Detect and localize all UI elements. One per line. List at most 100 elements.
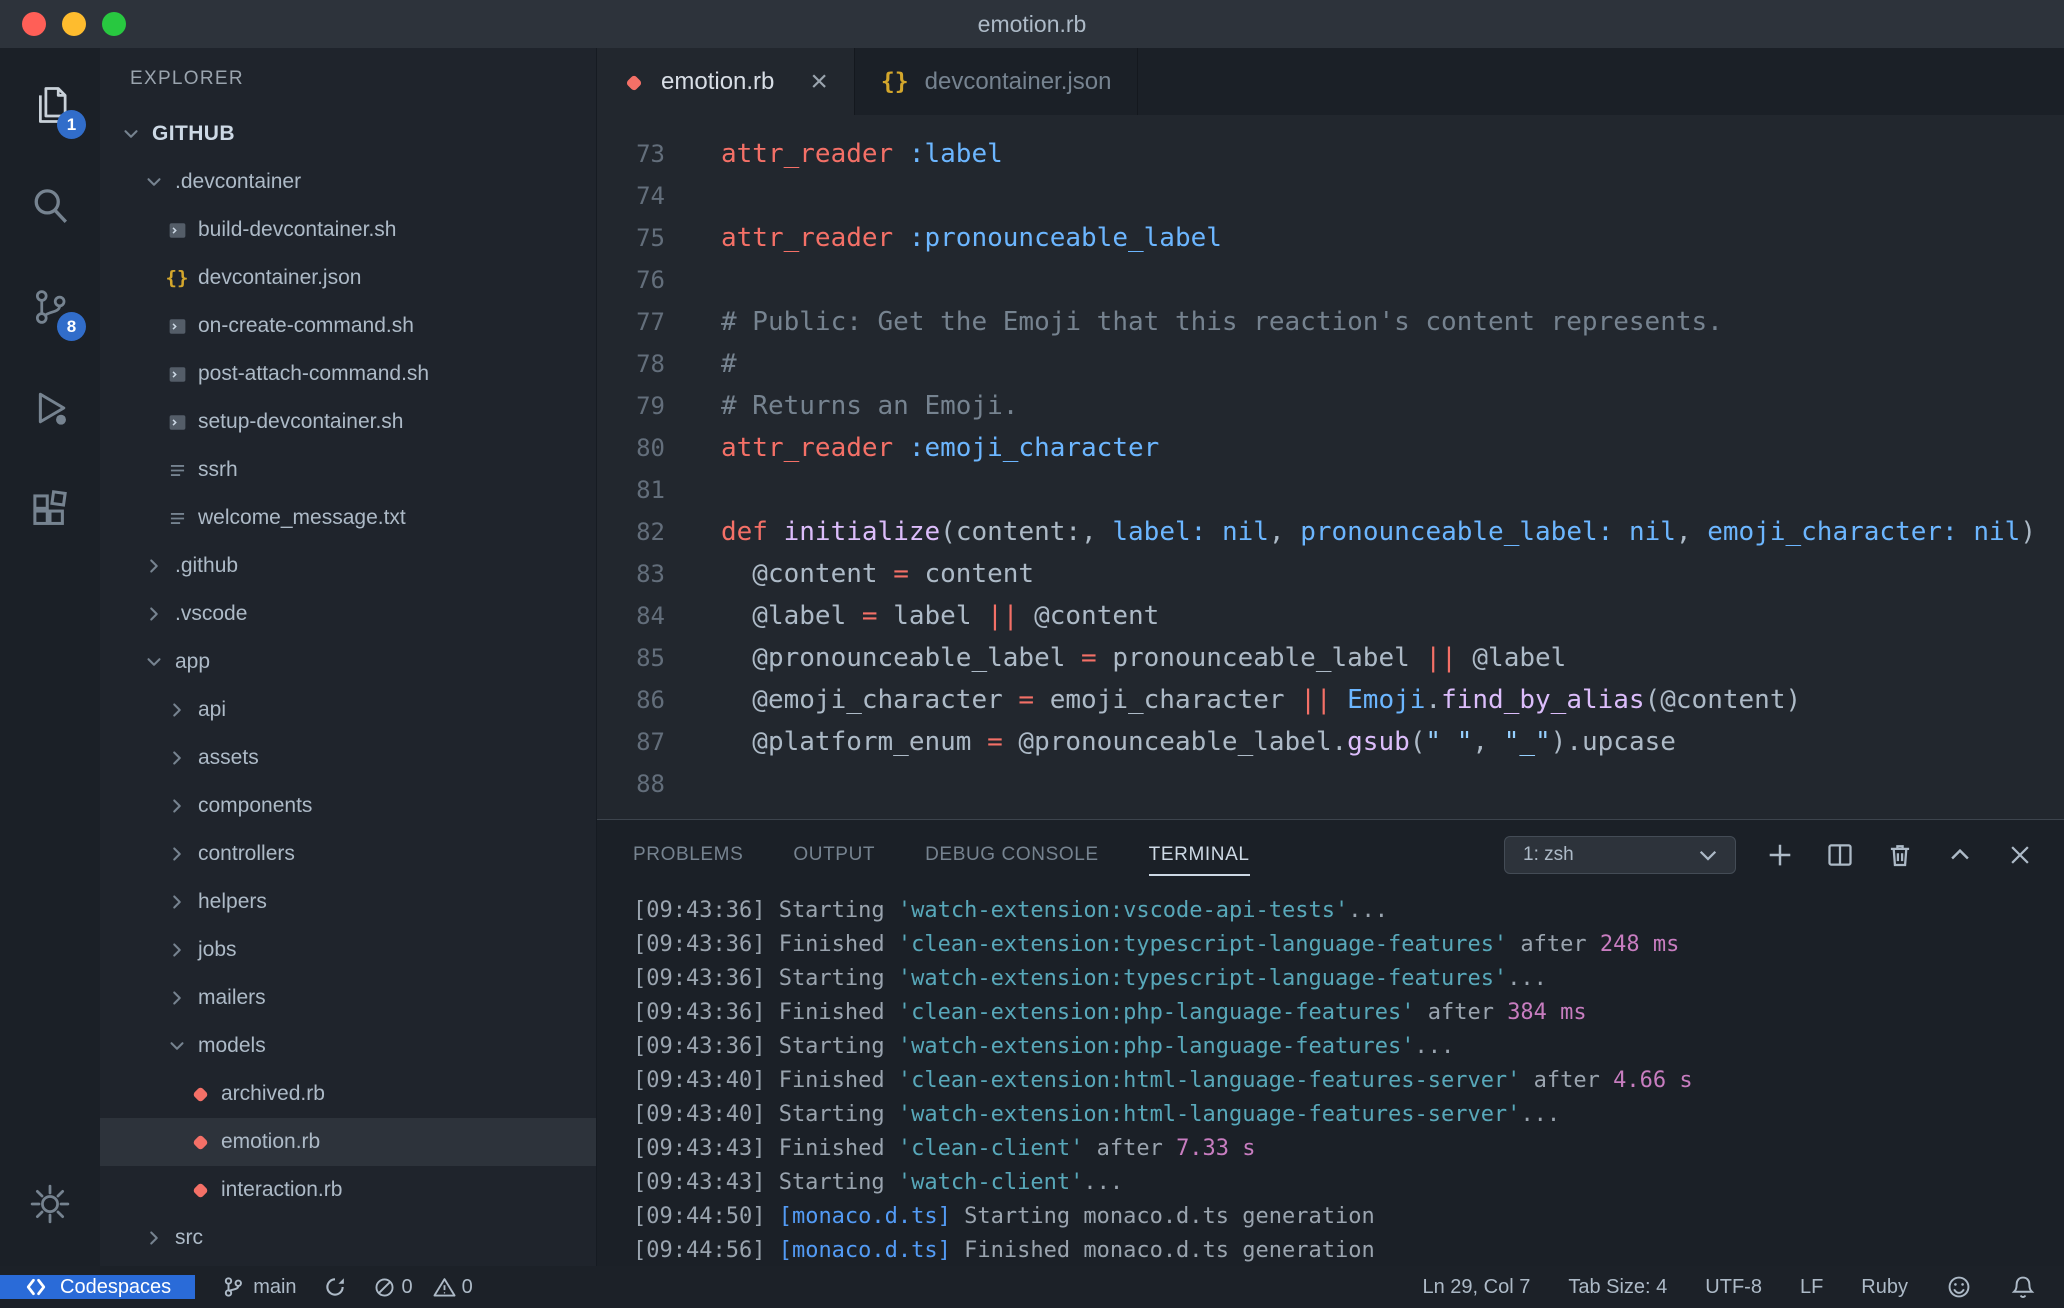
code-line-85: 85 @pronounceable_label = pronounceable_… [597, 637, 2064, 679]
panel-header: PROBLEMS OUTPUT DEBUG CONSOLE TERMINAL 1: z… [597, 820, 2064, 890]
tree-file-archived.rb[interactable]: archived.rb [100, 1070, 596, 1118]
terminal-line: [09:43:36] Starting 'watch-extension:php… [633, 1034, 1455, 1059]
titlebar: emotion.rb [0, 0, 2064, 48]
kill-terminal-button[interactable] [1884, 839, 1916, 871]
new-terminal-button[interactable] [1764, 839, 1796, 871]
notifications-bell-button[interactable] [2010, 1274, 2036, 1300]
tree-item-label: .github [175, 554, 239, 577]
tree-file-interaction.rb[interactable]: interaction.rb [100, 1166, 596, 1214]
tree-file-post-attach-command.sh[interactable]: post-attach-command.sh [100, 350, 596, 398]
tree-folder-.devcontainer[interactable]: .devcontainer [100, 158, 596, 206]
chevron-right-icon [162, 891, 192, 913]
close-window-button[interactable] [22, 12, 46, 36]
zoom-window-button[interactable] [102, 12, 126, 36]
tree-folder-.vscode[interactable]: .vscode [100, 590, 596, 638]
eol-indicator[interactable]: LF [1800, 1276, 1823, 1299]
panel-actions: 1: zsh [1504, 836, 2036, 874]
tree-folder-app[interactable]: app [100, 638, 596, 686]
code-line-84: 84 @label = label || @content [597, 595, 2064, 637]
minimize-window-button[interactable] [62, 12, 86, 36]
terminal-shell-select[interactable]: 1: zsh [1504, 836, 1736, 874]
code-line-73: 73 attr_reader :label [597, 133, 2064, 175]
codespaces-icon [24, 1275, 48, 1299]
codespaces-remote-button[interactable]: Codespaces [0, 1275, 196, 1299]
json-file-icon: {} [165, 267, 189, 289]
split-terminal-button[interactable] [1824, 839, 1856, 871]
workbench: 18 EXPLORER GITHUB .devcontainer build-dev… [0, 48, 2064, 1266]
explorer-activity-button[interactable]: 1 [0, 54, 100, 155]
ruby-file-icon [185, 1132, 215, 1153]
source-control-activity-button[interactable]: 8 [0, 256, 100, 357]
problems-indicator[interactable]: 0 0 [373, 1276, 473, 1299]
tree-item-label: api [198, 698, 227, 721]
settings-gear-button[interactable] [0, 1164, 100, 1244]
terminal-line: [09:43:36] Finished 'clean-extension:typ… [633, 932, 1680, 957]
line-number: 84 [636, 602, 665, 630]
close-panel-button[interactable] [2004, 839, 2036, 871]
tree-file-devcontainer.json[interactable]: {} devcontainer.json [100, 254, 596, 302]
line-number: 73 [636, 140, 665, 168]
line-number: 76 [636, 266, 665, 294]
tree-file-ssrh[interactable]: ssrh [100, 446, 596, 494]
line-number: 83 [636, 560, 665, 588]
tree-folder-.github[interactable]: .github [100, 542, 596, 590]
language-indicator[interactable]: Ruby [1861, 1276, 1908, 1299]
panel-tab-terminal[interactable]: TERMINAL [1148, 820, 1250, 890]
tree-file-emotion.rb[interactable]: emotion.rb [100, 1118, 596, 1166]
tree-item-label: src [175, 1226, 203, 1249]
tree-root-github[interactable]: GITHUB [100, 110, 596, 158]
close-tab-icon[interactable]: × [810, 66, 828, 97]
code-line-88: 88 [597, 763, 2064, 805]
line-number: 74 [636, 182, 665, 210]
code-line-78: 78 # [597, 343, 2064, 385]
indentation-indicator[interactable]: Tab Size: 4 [1568, 1276, 1667, 1299]
terminal-line: [09:43:40] Finished 'clean-extension:htm… [633, 1068, 1693, 1093]
tree-item-label: .devcontainer [175, 170, 302, 193]
chevron-down-icon [139, 651, 169, 673]
terminal-line: [09:43:36] Finished 'clean-extension:php… [633, 1000, 1587, 1025]
chevron-right-icon [162, 987, 192, 1009]
tree-item-label: interaction.rb [221, 1178, 343, 1201]
tree-file-welcome_message.txt[interactable]: welcome_message.txt [100, 494, 596, 542]
tree-item-label: controllers [198, 842, 295, 865]
tree-file-build-devcontainer.sh[interactable]: build-devcontainer.sh [100, 206, 596, 254]
code-text: # Public: Get the Emoji that this reacti… [721, 307, 1723, 337]
tree-item-label: emotion.rb [221, 1130, 321, 1153]
run-debug-activity-button[interactable] [0, 357, 100, 458]
code-text: # [721, 349, 737, 379]
terminal-line: [09:43:43] Starting 'watch-client'... [633, 1170, 1124, 1195]
line-number: 77 [636, 308, 665, 336]
tree-folder-mailers[interactable]: mailers [100, 974, 596, 1022]
line-number: 80 [636, 434, 665, 462]
chevron-down-icon [162, 1035, 192, 1057]
maximize-panel-button[interactable] [1944, 839, 1976, 871]
panel-tab-output[interactable]: OUTPUT [793, 820, 875, 890]
feedback-smiley-button[interactable] [1946, 1274, 1972, 1300]
editor-tab-emotion.rb[interactable]: emotion.rb × [597, 48, 855, 115]
extensions-activity-button[interactable] [0, 458, 100, 559]
tree-file-on-create-command.sh[interactable]: on-create-command.sh [100, 302, 596, 350]
cursor-position[interactable]: Ln 29, Col 7 [1422, 1276, 1530, 1299]
tree-folder-helpers[interactable]: helpers [100, 878, 596, 926]
terminal-line: [09:43:40] Starting 'watch-extension:htm… [633, 1102, 1561, 1127]
code-editor[interactable]: 73 attr_reader :label 74 75 attr_reader :pro… [597, 115, 2064, 819]
tree-folder-jobs[interactable]: jobs [100, 926, 596, 974]
encoding-indicator[interactable]: UTF-8 [1705, 1276, 1762, 1299]
tree-folder-assets[interactable]: assets [100, 734, 596, 782]
terminal-output[interactable]: [09:43:36] Starting 'watch-extension:vsc… [597, 890, 2064, 1266]
tree-folder-models[interactable]: models [100, 1022, 596, 1070]
tree-folder-components[interactable]: components [100, 782, 596, 830]
tree-folder-api[interactable]: api [100, 686, 596, 734]
panel-tab-problems[interactable]: PROBLEMS [633, 820, 743, 890]
tree-folder-src[interactable]: src [100, 1214, 596, 1262]
code-line-79: 79 # Returns an Emoji. [597, 385, 2064, 427]
search-activity-button[interactable] [0, 155, 100, 256]
run-debug-icon [28, 386, 72, 430]
tree-file-setup-devcontainer.sh[interactable]: setup-devcontainer.sh [100, 398, 596, 446]
tree-folder-controllers[interactable]: controllers [100, 830, 596, 878]
sync-button[interactable] [323, 1275, 347, 1299]
panel-tab-debug-console[interactable]: DEBUG CONSOLE [925, 820, 1099, 890]
branch-indicator[interactable]: main [221, 1275, 297, 1299]
editor-tab-devcontainer.json[interactable]: {} devcontainer.json [854, 48, 1139, 115]
line-number: 87 [636, 728, 665, 756]
